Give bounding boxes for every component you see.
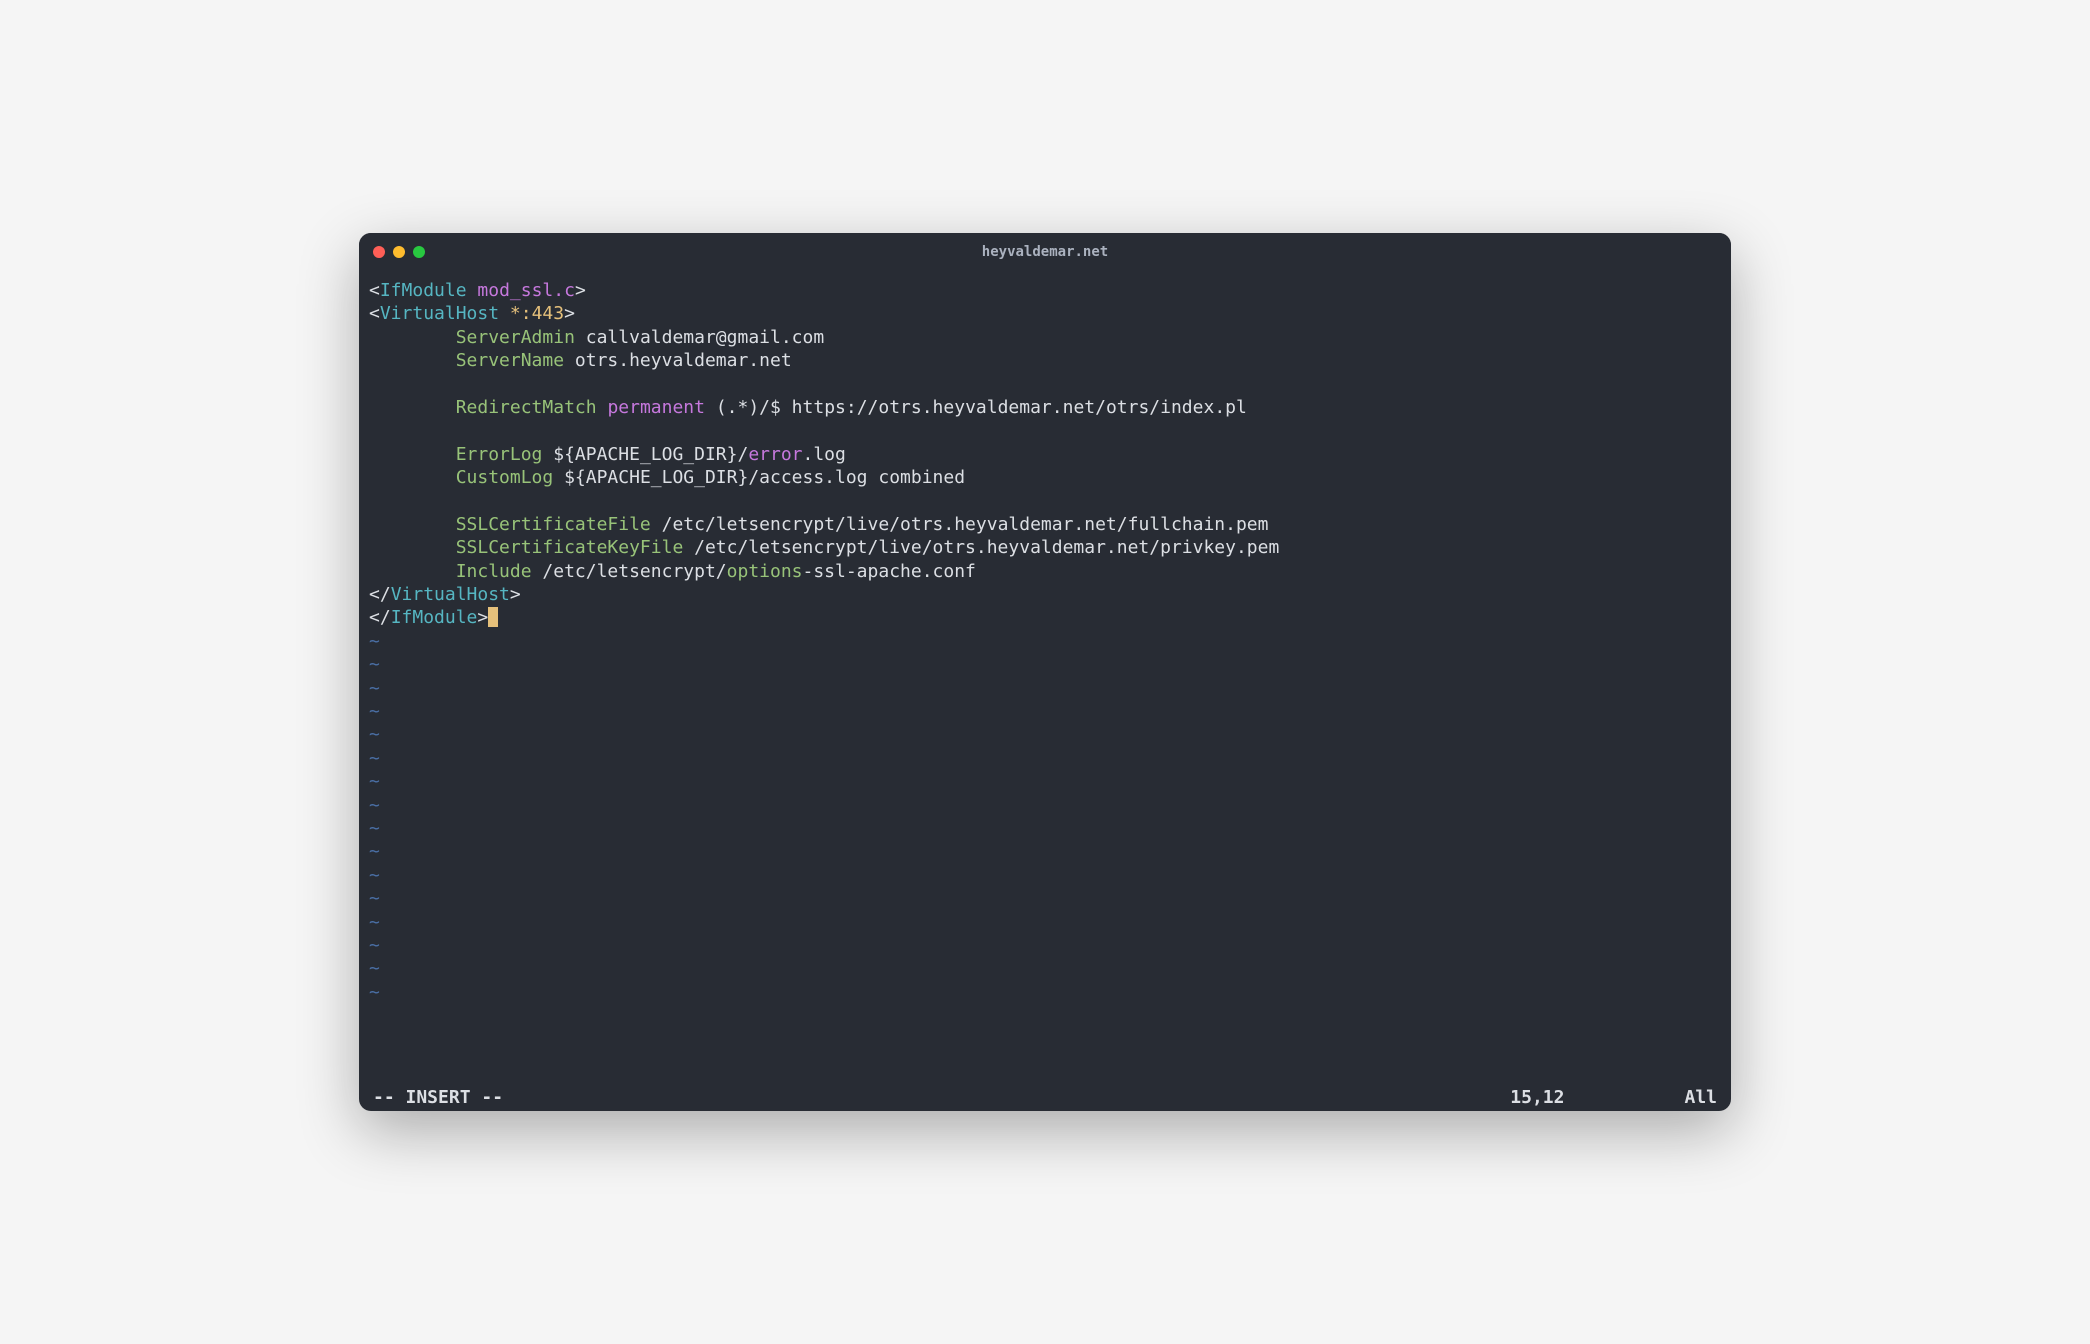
- code-segment: >: [575, 280, 586, 301]
- code-segment: [597, 397, 608, 418]
- code-segment: </: [369, 607, 391, 628]
- code-segment: VirtualHost: [391, 584, 510, 605]
- code-segment: <: [369, 303, 380, 324]
- code-segment: >: [477, 607, 488, 628]
- window-title: heyvaldemar.net: [359, 244, 1731, 260]
- code-segment: </: [369, 584, 391, 605]
- code-segment: >: [510, 584, 521, 605]
- empty-line-tilde: ~: [369, 630, 1721, 653]
- vim-mode-indicator: -- INSERT --: [373, 1087, 503, 1108]
- code-segment: VirtualHost: [380, 303, 499, 324]
- editor-content[interactable]: <IfModule mod_ssl.c><VirtualHost *:443> …: [359, 271, 1731, 1083]
- terminal-window: heyvaldemar.net <IfModule mod_ssl.c><Vir…: [359, 233, 1731, 1111]
- code-segment: SSLCertificateFile: [456, 514, 651, 535]
- code-segment: Include: [456, 561, 532, 582]
- empty-line-tilde: ~: [369, 723, 1721, 746]
- empty-line-tilde: ~: [369, 864, 1721, 887]
- code-line: </IfModule>: [369, 606, 1721, 629]
- close-button[interactable]: [373, 246, 385, 258]
- code-segment: IfModule: [391, 607, 478, 628]
- code-segment: [369, 444, 456, 465]
- code-segment: [467, 280, 478, 301]
- cursor-position: 15,12: [1510, 1087, 1564, 1108]
- code-segment: -ssl-apache.conf: [803, 561, 976, 582]
- empty-line-tilde: ~: [369, 747, 1721, 770]
- maximize-button[interactable]: [413, 246, 425, 258]
- code-segment: ${APACHE_LOG_DIR}/access.log combined: [553, 467, 965, 488]
- code-segment: /etc/letsencrypt/live/otrs.heyvaldemar.n…: [651, 514, 1269, 535]
- empty-line-tilde: ~: [369, 653, 1721, 676]
- empty-line-tilde: ~: [369, 840, 1721, 863]
- empty-line-tilde: ~: [369, 770, 1721, 793]
- code-segment: ServerAdmin: [456, 327, 575, 348]
- code-segment: /etc/letsencrypt/: [532, 561, 727, 582]
- empty-line-tilde: ~: [369, 981, 1721, 1004]
- code-line: ServerName otrs.heyvaldemar.net: [369, 349, 1721, 372]
- code-line: <VirtualHost *:443>: [369, 302, 1721, 325]
- code-line: SSLCertificateFile /etc/letsencrypt/live…: [369, 513, 1721, 536]
- minimize-button[interactable]: [393, 246, 405, 258]
- code-segment: >: [564, 303, 575, 324]
- title-bar: heyvaldemar.net: [359, 233, 1731, 271]
- code-segment: ${APACHE_LOG_DIR}/: [542, 444, 748, 465]
- code-segment: CustomLog: [456, 467, 554, 488]
- traffic-lights: [373, 246, 425, 258]
- code-segment: mod_ssl.c: [477, 280, 575, 301]
- code-line: ServerAdmin callvaldemar@gmail.com: [369, 326, 1721, 349]
- code-line: RedirectMatch permanent (.*)/$ https://o…: [369, 396, 1721, 419]
- code-segment: ErrorLog: [456, 444, 543, 465]
- code-segment: .log: [803, 444, 846, 465]
- empty-line-tilde: ~: [369, 934, 1721, 957]
- code-line: CustomLog ${APACHE_LOG_DIR}/access.log c…: [369, 466, 1721, 489]
- empty-line-tilde: ~: [369, 817, 1721, 840]
- code-line: <IfModule mod_ssl.c>: [369, 279, 1721, 302]
- code-segment: [499, 303, 510, 324]
- code-line: ErrorLog ${APACHE_LOG_DIR}/error.log: [369, 443, 1721, 466]
- code-segment: IfModule: [380, 280, 467, 301]
- code-segment: otrs.heyvaldemar.net: [564, 350, 792, 371]
- empty-line-tilde: ~: [369, 794, 1721, 817]
- code-segment: error: [748, 444, 802, 465]
- code-segment: [369, 327, 456, 348]
- code-segment: [369, 467, 456, 488]
- empty-line-tilde: ~: [369, 911, 1721, 934]
- code-segment: permanent: [607, 397, 705, 418]
- code-segment: <: [369, 280, 380, 301]
- code-segment: *:443: [510, 303, 564, 324]
- code-segment: [369, 350, 456, 371]
- empty-line-tilde: ~: [369, 887, 1721, 910]
- code-segment: [369, 537, 456, 558]
- code-segment: options: [727, 561, 803, 582]
- code-segment: [369, 561, 456, 582]
- empty-line-tilde: ~: [369, 677, 1721, 700]
- code-segment: (.*)/$ https://otrs.heyvaldemar.net/otrs…: [705, 397, 1247, 418]
- code-line: [369, 490, 1721, 513]
- code-segment: /etc/letsencrypt/live/otrs.heyvaldemar.n…: [683, 537, 1279, 558]
- empty-line-tilde: ~: [369, 700, 1721, 723]
- code-segment: callvaldemar@gmail.com: [575, 327, 824, 348]
- scroll-position: All: [1684, 1087, 1717, 1108]
- code-line: [369, 419, 1721, 442]
- code-segment: [369, 514, 456, 535]
- code-segment: SSLCertificateKeyFile: [456, 537, 684, 558]
- vim-status-bar: -- INSERT -- 15,12 All: [359, 1083, 1731, 1111]
- cursor: [488, 607, 498, 627]
- code-line: [369, 373, 1721, 396]
- code-segment: ServerName: [456, 350, 564, 371]
- empty-line-tilde: ~: [369, 957, 1721, 980]
- code-line: Include /etc/letsencrypt/options-ssl-apa…: [369, 560, 1721, 583]
- code-line: SSLCertificateKeyFile /etc/letsencrypt/l…: [369, 536, 1721, 559]
- code-segment: RedirectMatch: [456, 397, 597, 418]
- code-segment: [369, 397, 456, 418]
- code-line: </VirtualHost>: [369, 583, 1721, 606]
